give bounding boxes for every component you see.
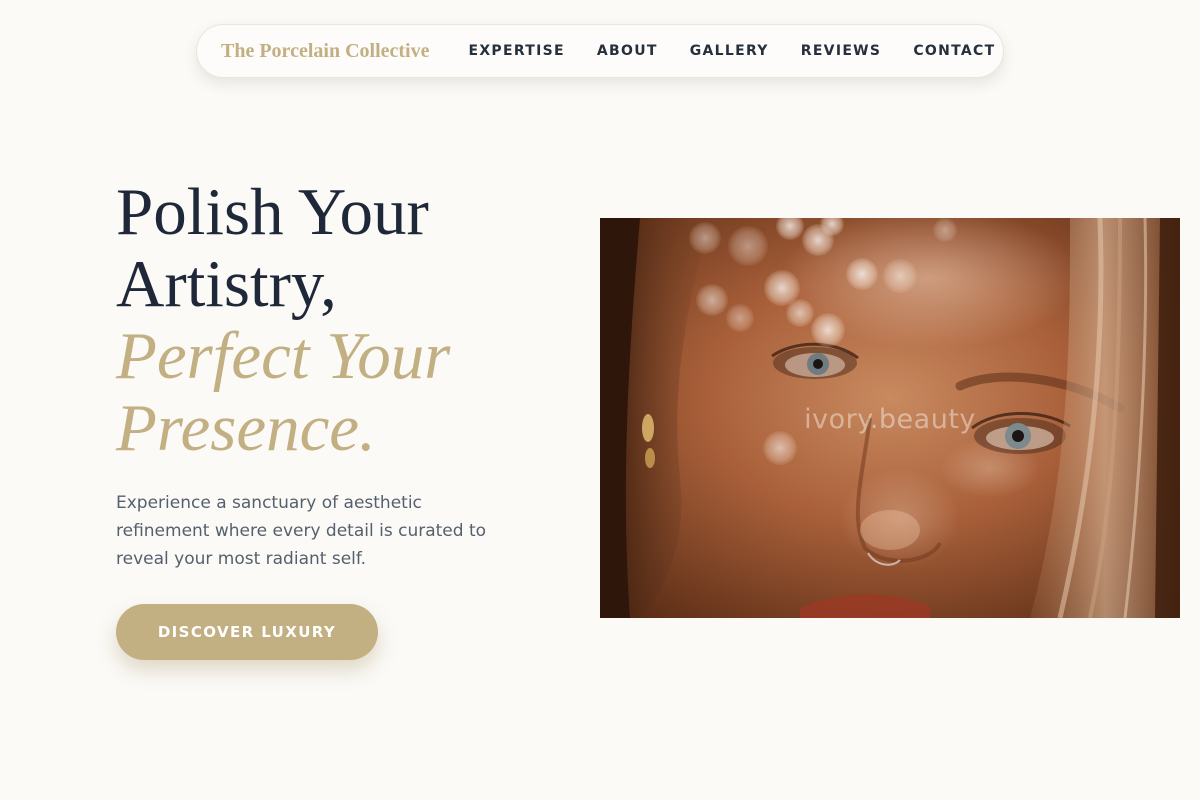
portrait-illustration xyxy=(600,218,1180,618)
nav-link-gallery[interactable]: GALLERY xyxy=(690,43,769,59)
headline-line-1: Polish Your xyxy=(116,175,429,249)
headline-accent-line-1: Perfect Your xyxy=(116,319,451,393)
hero-headline: Polish Your Artistry, Perfect Your Prese… xyxy=(116,176,536,464)
hero-lead-text: Experience a sanctuary of aesthetic refi… xyxy=(116,493,487,569)
headline-accent-line-2: Presence. xyxy=(116,391,376,465)
hero-portrait-image: ivory.beauty xyxy=(600,218,1180,618)
nav-link-about[interactable]: ABOUT xyxy=(597,43,658,59)
discover-luxury-button[interactable]: DISCOVER LUXURY xyxy=(116,604,378,660)
nav-links: EXPERTISE ABOUT GALLERY REVIEWS CONTACT xyxy=(468,43,995,59)
headline-line-2: Artistry, xyxy=(116,247,337,321)
brand-logo[interactable]: The Porcelain Collective xyxy=(221,40,429,63)
top-navigation: The Porcelain Collective EXPERTISE ABOUT… xyxy=(196,24,1004,78)
nav-link-reviews[interactable]: REVIEWS xyxy=(801,43,882,59)
hero-copy: Polish Your Artistry, Perfect Your Prese… xyxy=(116,176,536,573)
nav-link-contact[interactable]: CONTACT xyxy=(913,43,995,59)
nav-link-expertise[interactable]: EXPERTISE xyxy=(468,43,564,59)
